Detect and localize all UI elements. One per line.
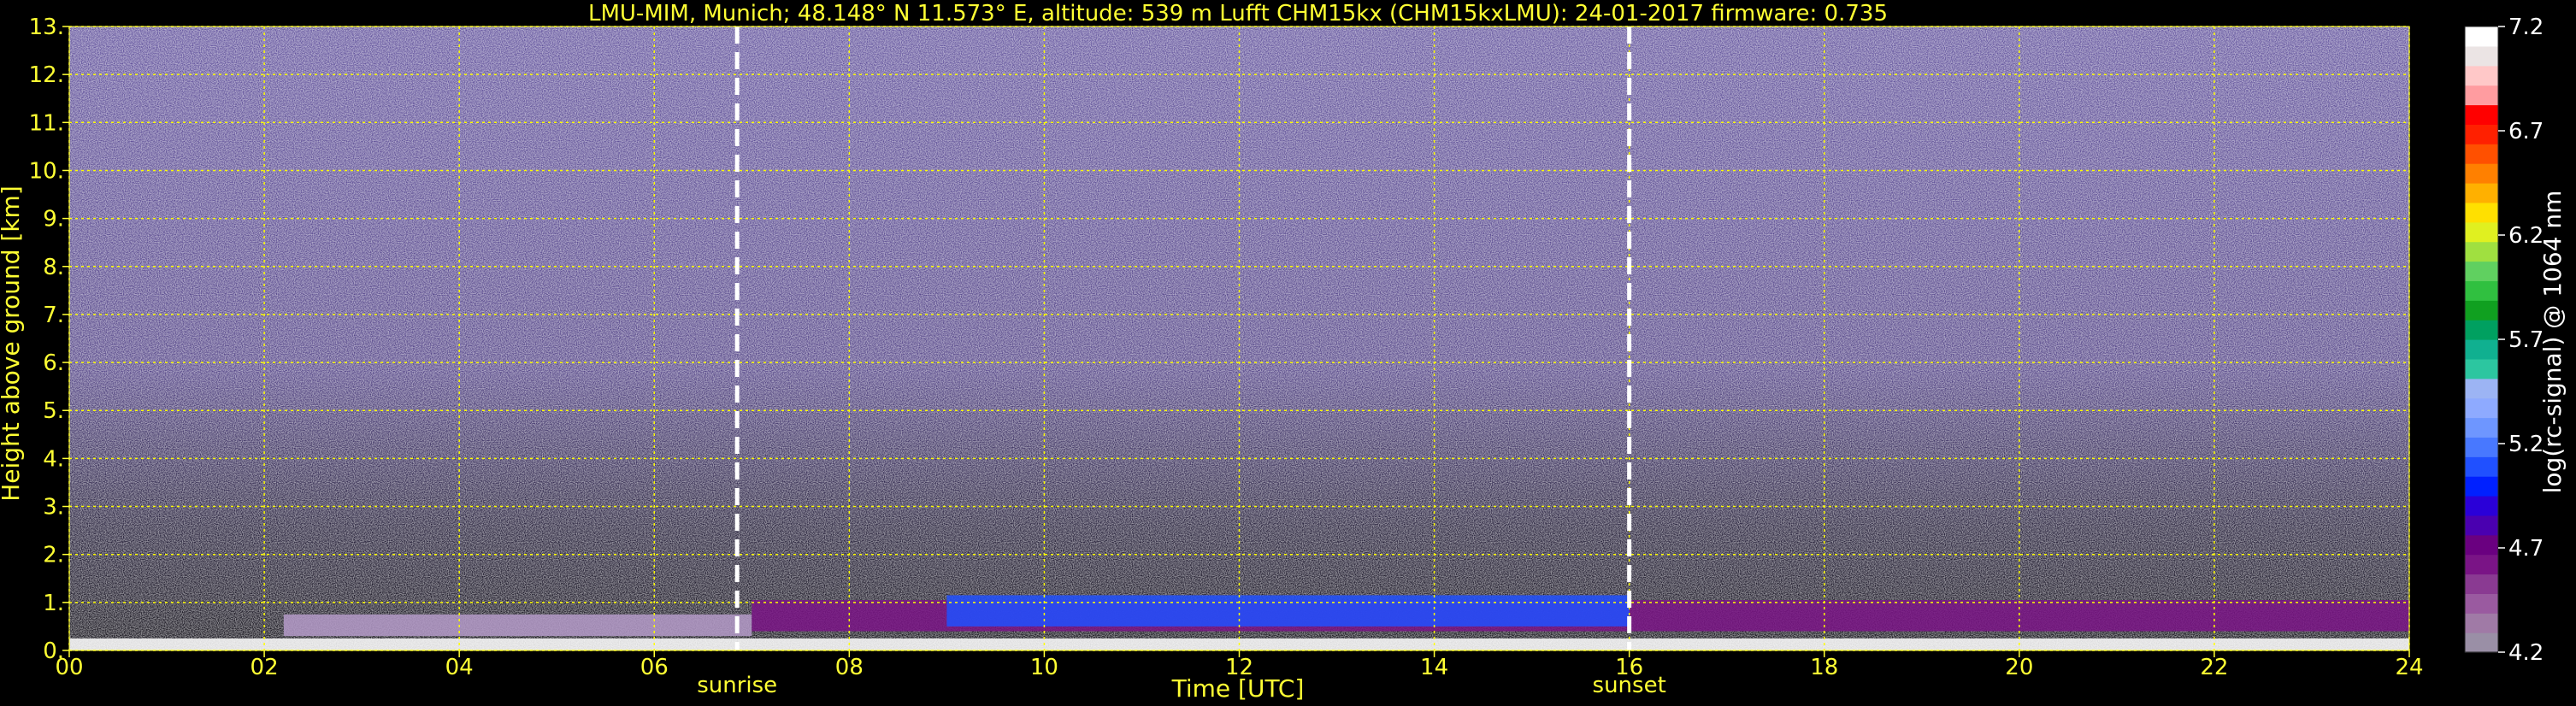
colorbar-segment-2 [2465, 593, 2498, 614]
colorbar-segment-15 [2465, 339, 2498, 360]
y-tick-label-4: 4. [43, 446, 64, 472]
colorbar-segment-19 [2465, 261, 2498, 281]
y-tick-label-3: 3. [43, 495, 64, 521]
colorbar-segment-29 [2465, 65, 2498, 86]
x-tick-label-18: 18 [1810, 655, 1838, 680]
colorbar [2464, 26, 2499, 653]
x-tick-label-24: 24 [2395, 655, 2423, 680]
colorbar-segment-7 [2465, 496, 2498, 516]
colorbar-segment-8 [2465, 476, 2498, 497]
colorbar-segment-4 [2465, 554, 2498, 575]
colorbar-tick-label-6: 7.2 [2508, 15, 2544, 40]
y-tick-label-9: 9. [43, 207, 64, 232]
colorbar-segment-22 [2465, 202, 2498, 223]
y-axis-label: Height above ground [km] [0, 185, 25, 502]
colorbar-segment-3 [2465, 574, 2498, 594]
colorbar-segment-21 [2465, 221, 2498, 243]
colorbar-segment-5 [2465, 534, 2498, 556]
colorbar-segment-20 [2465, 241, 2498, 262]
colorbar-ticks: 4.24.75.25.76.26.77.2 [2498, 15, 2544, 666]
colorbar-segment-27 [2465, 104, 2498, 125]
y-axis-ticks: 0. 1. 2. 3. 4. 5. 6. 7. 8. 9. 10. 11. 12. 13. [29, 15, 69, 664]
x-tick-label-06: 06 [640, 655, 669, 680]
colorbar-segment-6 [2465, 515, 2498, 536]
y-tick-label-10: 10. [29, 158, 64, 184]
marker-label-sunrise: sunrise [697, 673, 777, 698]
y-tick-label-2: 2. [43, 543, 64, 568]
colorbar-segment-17 [2465, 300, 2498, 321]
colorbar-segment-11 [2465, 417, 2498, 438]
layer-1 [283, 614, 752, 637]
colorbar-segment-10 [2465, 437, 2498, 457]
colorbar-segment-31 [2465, 26, 2498, 47]
y-tick-label-1: 1. [43, 591, 64, 616]
colorbar-segment-30 [2465, 45, 2498, 67]
x-tick-label-10: 10 [1030, 655, 1058, 680]
colorbar-segment-9 [2465, 456, 2498, 477]
colorbar-segment-1 [2465, 613, 2498, 633]
colorbar-label: log(rc-signal) @ 1064 nm [2538, 191, 2567, 494]
colorbar-segment-0 [2465, 632, 2498, 653]
y-tick-label-11: 11. [29, 110, 64, 136]
y-tick-label-6: 6. [43, 350, 64, 376]
lidar-chart: sunrise sunset 00 02 04 06 08 10 12 14 16 18 20 22 24… [0, 1, 2567, 703]
colorbar-segment-23 [2465, 183, 2498, 203]
colorbar-segment-18 [2465, 280, 2498, 301]
colorbar-segment-14 [2465, 358, 2498, 379]
colorbar-segment-28 [2465, 85, 2498, 106]
colorbar-segment-12 [2465, 397, 2498, 419]
colorbar-tick-label-1: 4.7 [2508, 536, 2544, 562]
colorbar-segment-16 [2465, 320, 2498, 340]
colorbar-tick-label-5: 6.7 [2508, 119, 2544, 144]
colorbar-segment-13 [2465, 378, 2498, 399]
chart-title: LMU-MIM, Munich; 48.148° N 11.573° E, al… [588, 1, 1888, 26]
y-tick-label-13: 13. [29, 15, 64, 40]
y-tick-label-5: 5. [43, 398, 64, 424]
colorbar-segment-25 [2465, 144, 2498, 164]
y-tick-label-7: 7. [43, 303, 64, 328]
y-tick-label-8: 8. [43, 255, 64, 280]
x-axis-label: Time [UTC] [1171, 674, 1305, 703]
colorbar-segment-24 [2465, 163, 2498, 184]
x-tick-label-16: 16 [1615, 655, 1643, 680]
x-tick-label-22: 22 [2200, 655, 2228, 680]
colorbar-tick-label-0: 4.2 [2508, 640, 2544, 666]
y-tick-label-0: 0. [43, 638, 64, 664]
x-tick-label-02: 02 [251, 655, 279, 680]
y-tick-label-12: 12. [29, 62, 64, 88]
x-tick-label-04: 04 [445, 655, 474, 680]
layer-3 [946, 595, 1630, 627]
x-tick-label-14: 14 [1420, 655, 1448, 680]
x-tick-label-08: 08 [835, 655, 864, 680]
colorbar-segment-26 [2465, 124, 2498, 144]
x-tick-label-20: 20 [2005, 655, 2033, 680]
